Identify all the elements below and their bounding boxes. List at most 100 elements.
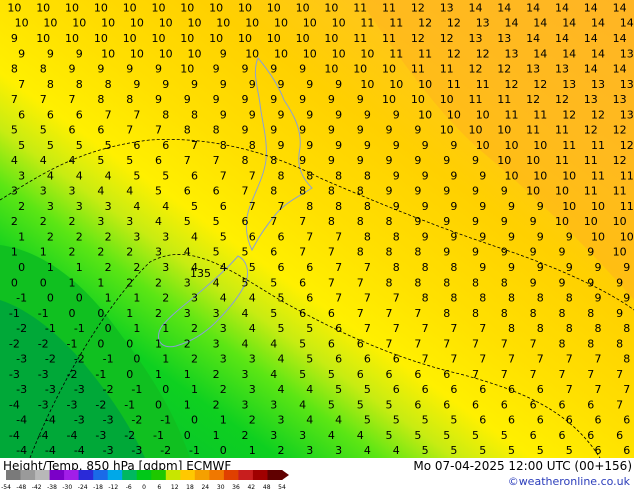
temp-value: 10 <box>411 93 425 106</box>
colorbar-swatch <box>180 470 196 480</box>
temp-value: -1 <box>189 444 200 457</box>
temp-value: 6 <box>357 337 364 350</box>
temp-value: 7 <box>249 169 256 182</box>
temp-value: 10 <box>180 63 194 76</box>
temp-value: 8 <box>393 230 400 243</box>
temp-value: 8 <box>623 353 630 366</box>
temp-value: 9 <box>270 93 277 106</box>
temp-value: -1 <box>16 292 27 305</box>
temp-value: 12 <box>440 32 454 45</box>
colorbar-tick-label: 6 <box>157 484 161 490</box>
temp-value: 7 <box>220 169 227 182</box>
temp-value: 12 <box>497 63 511 76</box>
temp-value: 10 <box>72 17 86 30</box>
temp-value: 9 <box>270 124 277 137</box>
temp-value: 10 <box>469 124 483 137</box>
temp-value: 1 <box>162 353 169 366</box>
temp-value: 11 <box>353 2 367 15</box>
temp-value: 9 <box>501 185 508 198</box>
temp-value: 9 <box>443 215 450 228</box>
temp-value: 9 <box>414 215 421 228</box>
temp-value: 11 <box>440 63 454 76</box>
temp-value: 9 <box>97 63 104 76</box>
temp-value: 12 <box>562 108 576 121</box>
temp-value: 0 <box>162 383 169 396</box>
temp-value: 11 <box>382 2 396 15</box>
temp-value: 4 <box>184 246 191 259</box>
temp-value: 7 <box>479 322 486 335</box>
temp-value: 5 <box>306 353 313 366</box>
temp-value: 8 <box>472 307 479 320</box>
temp-value: 10 <box>360 47 374 60</box>
temp-value: 4 <box>270 337 277 350</box>
temp-value: 10 <box>382 63 396 76</box>
temp-value: 9 <box>393 139 400 152</box>
temp-value: 4 <box>105 169 112 182</box>
temp-value: 9 <box>393 108 400 121</box>
temp-value: 8 <box>184 124 191 137</box>
temp-value: 8 <box>97 93 104 106</box>
temp-value: 1 <box>97 276 104 289</box>
temp-value: 4 <box>278 353 285 366</box>
temp-value: 9 <box>450 230 457 243</box>
temp-value: 7 <box>623 383 630 396</box>
temp-value: 1 <box>184 398 191 411</box>
temp-value: 5 <box>270 307 277 320</box>
temp-value: 5 <box>105 139 112 152</box>
temp-value: 10 <box>188 17 202 30</box>
temp-value: 2 <box>155 307 162 320</box>
temp-value: 9 <box>306 139 313 152</box>
temp-value: 7 <box>450 353 457 366</box>
temp-value: 8 <box>443 307 450 320</box>
temp-value: 6 <box>364 353 371 366</box>
colorbar-tick-label: -42 <box>32 484 42 490</box>
temp-value: 6 <box>623 414 630 427</box>
temp-value: 5 <box>162 169 169 182</box>
temp-value: 6 <box>328 307 335 320</box>
temp-value: -3 <box>38 368 49 381</box>
colorbar-tick-label: 0 <box>142 484 146 490</box>
temp-value: 7 <box>414 337 421 350</box>
temp-value: 7 <box>450 322 457 335</box>
temp-value: 8 <box>335 200 342 213</box>
temp-value: 14 <box>469 2 483 15</box>
temp-value: 9 <box>270 63 277 76</box>
temp-value: 10 <box>360 78 374 91</box>
temp-value: 8 <box>559 337 566 350</box>
temp-value: 2 <box>213 398 220 411</box>
temp-value: 12 <box>591 108 605 121</box>
temp-value: 0 <box>126 337 133 350</box>
temp-value: 10 <box>130 47 144 60</box>
temp-value: 7 <box>335 230 342 243</box>
temp-value: -3 <box>9 368 20 381</box>
temp-value: 9 <box>335 108 342 121</box>
credit-link[interactable]: ©weatheronline.co.uk <box>508 475 630 488</box>
temp-value: 8 <box>501 307 508 320</box>
temp-value: -1 <box>103 353 114 366</box>
temp-value: 10 <box>476 108 490 121</box>
temp-value: 0 <box>97 307 104 320</box>
colorbar-tick-label: 54 <box>278 484 286 490</box>
temp-value: 10 <box>562 200 576 213</box>
temp-value: 13 <box>584 93 598 106</box>
temp-value: 10 <box>303 47 317 60</box>
temp-value: 3 <box>270 398 277 411</box>
temp-value: 10 <box>238 32 252 45</box>
temp-value: 10 <box>296 32 310 45</box>
temp-value: 11 <box>360 17 374 30</box>
temp-value: 8 <box>386 215 393 228</box>
temp-value: 0 <box>97 337 104 350</box>
temp-value: 7 <box>364 261 371 274</box>
temp-value: 5 <box>386 398 393 411</box>
temp-value: 9 <box>306 78 313 91</box>
colorbar-swatch <box>209 470 225 480</box>
temp-value: 2 <box>220 383 227 396</box>
temp-value: 10 <box>497 154 511 167</box>
temp-value: 14 <box>584 32 598 45</box>
temp-value: 11 <box>591 169 605 182</box>
temp-value: -3 <box>74 383 85 396</box>
temp-value: 9 <box>328 124 335 137</box>
temp-value: 7 <box>616 368 623 381</box>
temp-value: 2 <box>191 322 198 335</box>
temp-value: 4 <box>191 261 198 274</box>
